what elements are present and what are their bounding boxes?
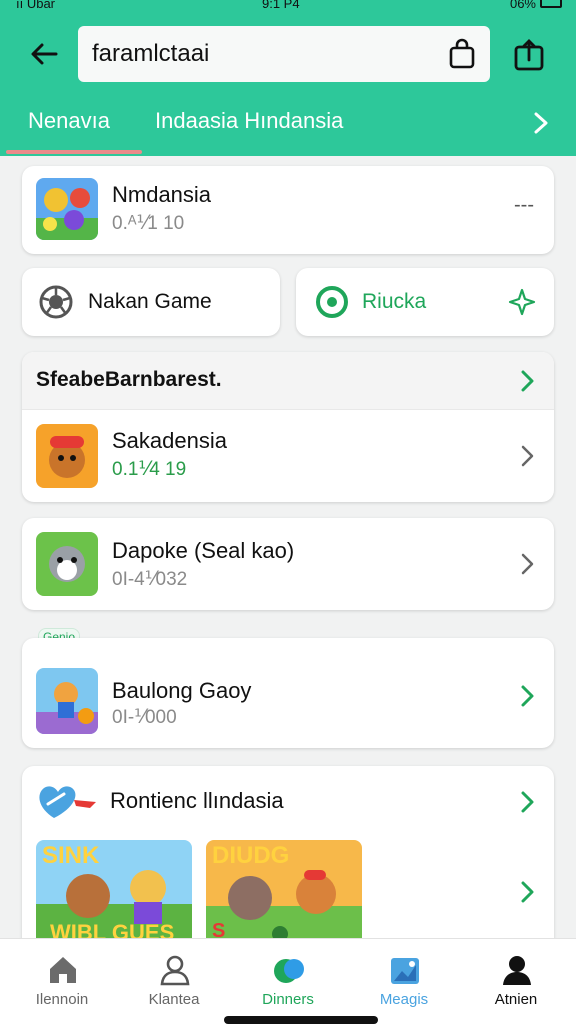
app-card-top[interactable]: Nmdansia 0.ᴬ⅟1 10 --- (22, 166, 554, 254)
chevron-right-icon[interactable] (520, 790, 536, 814)
sparkle-icon (508, 288, 536, 316)
heart-ribbon-icon (39, 786, 96, 818)
game-title: Baulong Gaoy (112, 678, 252, 703)
nav-label: Atnien (494, 991, 538, 1008)
app-bar: Nenavıa Indaasia Hındansia (0, 14, 576, 156)
item-title: Dapoke (Seal kao) (112, 538, 295, 563)
list-item[interactable]: Sakadensia 0.1⅟4 19 (22, 410, 554, 502)
riucka-label: Riucka (362, 290, 427, 313)
item-subtitle: 0I-4⅟032 (112, 569, 188, 590)
item-subtitle: 0.1⅟4 19 (112, 459, 187, 480)
tab-indicator (6, 150, 142, 154)
person-icon (160, 955, 190, 986)
search-box (78, 26, 490, 82)
soccer-ball-icon (39, 285, 73, 319)
item-title: Sakadensia (112, 428, 227, 453)
nav-item-home[interactable]: Ilennoin (14, 939, 110, 1024)
back-arrow-icon[interactable] (28, 38, 60, 70)
nav-label: Meagis (379, 991, 429, 1008)
battery-icon (540, 0, 562, 8)
chevron-right-icon (521, 445, 534, 467)
app-title: Nmdansia (112, 182, 212, 207)
app-card[interactable]: Dapoke (Seal kao) 0I-4⅟032 (22, 518, 554, 610)
bottom-nav: Ilennoin Klantea Dinners Meagis Atnien (0, 938, 576, 1024)
app-thumbnail (36, 424, 98, 488)
nav-item-image[interactable]: Meagis (356, 939, 452, 1024)
nav-item-games[interactable]: Dinners (240, 939, 336, 1024)
chevron-right-icon (521, 370, 534, 392)
game-thumbnail[interactable]: DIUDG S (206, 840, 362, 946)
riucka-logo-icon (316, 286, 348, 318)
search-input[interactable] (92, 36, 432, 72)
app-thumbnail (36, 532, 98, 596)
section-header[interactable]: SfeabeBarnbarest. (22, 352, 554, 410)
status-bar: ıı Ubar 9:1 P4 06% (0, 0, 576, 14)
account-icon (503, 956, 531, 985)
app-thumbnail (36, 668, 98, 734)
game-card[interactable]: Baulong Gaoy 0I-⅟000 (22, 638, 554, 748)
thumbnail-title-text: SINK (42, 842, 100, 869)
riucka-button[interactable]: Riucka (296, 268, 554, 336)
section-card: SfeabeBarnbarest. Sakadensia 0.1⅟4 19 (22, 352, 554, 502)
image-icon (391, 958, 419, 984)
chevron-right-icon (521, 685, 534, 707)
chevron-right-icon[interactable] (520, 880, 536, 904)
app-thumbnail (36, 178, 98, 240)
nakan-game-button[interactable]: Nakan Game (22, 268, 280, 336)
recommendation-card: Rontienc llındasia SINK WIBL GUES DIUDG … (22, 766, 554, 946)
games-icon (274, 959, 304, 983)
nav-label: Dinners (262, 991, 314, 1008)
section-title: SfeabeBarnbarest. (36, 368, 222, 391)
nav-item-account[interactable]: Atnien (468, 939, 564, 1024)
home-icon (50, 957, 76, 983)
tab-nenavia[interactable]: Nenavıa (28, 108, 110, 134)
share-icon[interactable] (512, 38, 546, 72)
chevron-right-icon (521, 553, 534, 575)
tab-indaasia[interactable]: Indaasia Hındansia (155, 108, 343, 134)
shopping-bag-icon[interactable] (446, 38, 478, 70)
more-indicator[interactable]: --- (514, 194, 534, 217)
nav-label: Ilennoin (35, 991, 89, 1008)
status-battery-text: 06% (509, 0, 536, 11)
status-time: 9:1 P4 (262, 0, 300, 11)
nav-label: Klantea (148, 991, 200, 1008)
game-thumbnail[interactable]: SINK WIBL GUES (36, 840, 192, 946)
nav-item-person[interactable]: Klantea (126, 939, 222, 1024)
nakan-game-label: Nakan Game (88, 290, 212, 313)
chevron-right-icon[interactable] (530, 110, 552, 136)
game-subtitle: 0I-⅟000 (112, 707, 177, 728)
thumbnail-title-text: DIUDG (212, 842, 290, 869)
recommendation-title: Rontienc llındasia (110, 788, 284, 813)
tab-bar: Nenavıa Indaasia Hındansia (0, 104, 576, 154)
app-subtitle: 0.ᴬ⅟1 10 (112, 213, 185, 234)
status-carrier: ıı Ubar (16, 0, 56, 11)
home-indicator (224, 1016, 378, 1024)
